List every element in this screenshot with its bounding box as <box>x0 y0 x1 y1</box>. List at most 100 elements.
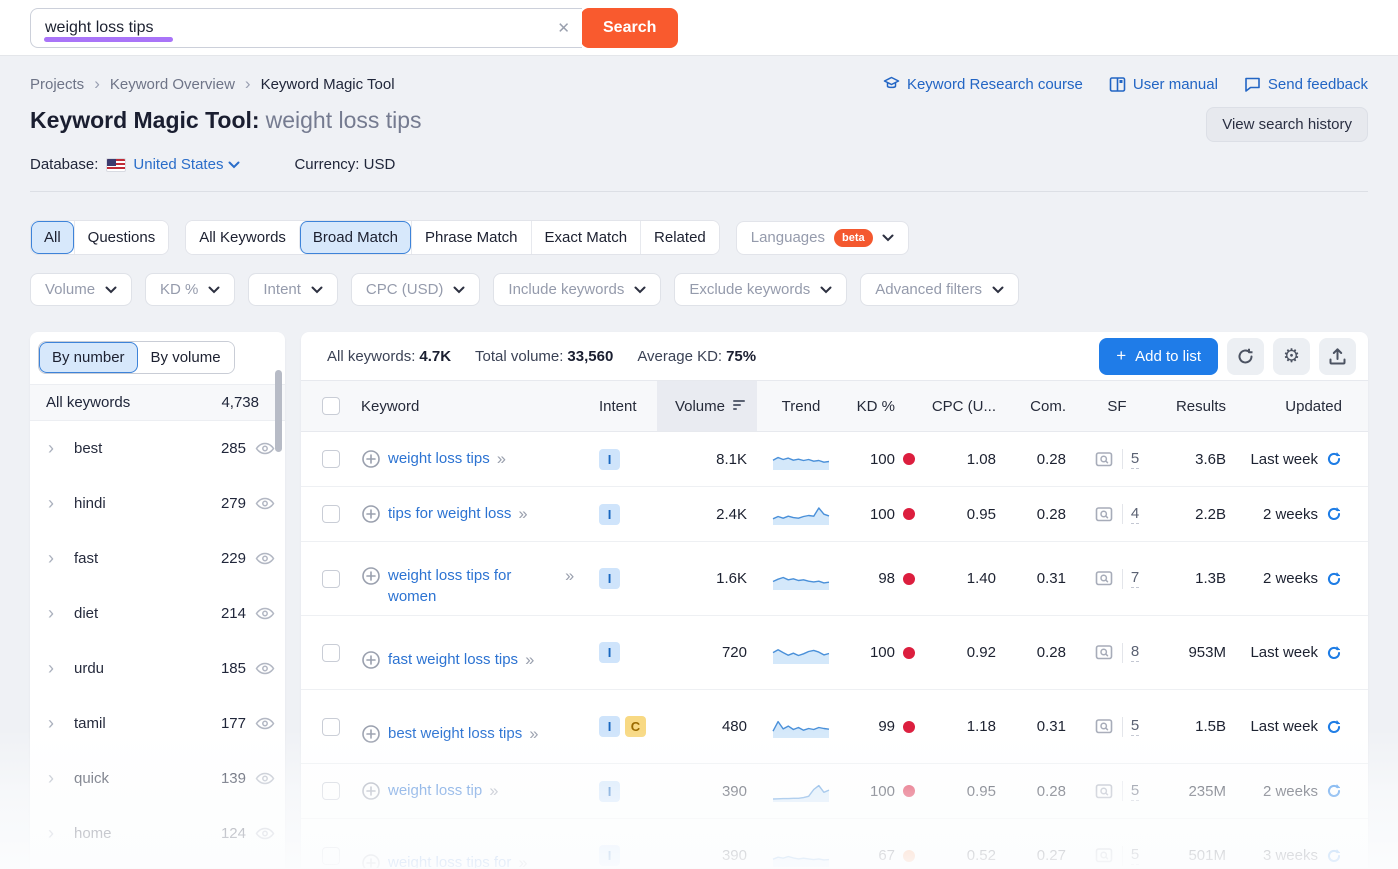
eye-icon[interactable] <box>255 441 275 456</box>
languages-dropdown[interactable]: Languages beta <box>736 221 909 255</box>
clear-search-icon[interactable]: ✕ <box>557 19 570 37</box>
filter-advanced-filters[interactable]: Advanced filters <box>860 273 1019 306</box>
refresh-metrics-icon[interactable] <box>1326 645 1342 661</box>
column-header-intent[interactable]: Intent <box>599 381 657 431</box>
column-header-kd[interactable]: KD % <box>845 381 923 431</box>
serp-icon[interactable] <box>1095 570 1114 587</box>
refresh-metrics-icon[interactable] <box>1326 571 1342 587</box>
eye-icon[interactable] <box>255 826 275 841</box>
sidebar-group-quick[interactable]: › quick 139 <box>30 751 285 806</box>
toggle-by-number[interactable]: By number <box>39 342 138 373</box>
refresh-metrics-icon[interactable] <box>1326 451 1342 467</box>
chevron-right-icon[interactable]: › <box>48 438 68 459</box>
filter-kd[interactable]: KD % <box>145 273 235 306</box>
filter-cpc-usd[interactable]: CPC (USD) <box>351 273 481 306</box>
sf-count[interactable]: 5 <box>1131 717 1139 736</box>
sidebar-group-fast[interactable]: › fast 229 <box>30 531 285 586</box>
select-all-checkbox[interactable] <box>322 397 340 415</box>
sidebar-scrollbar-thumb[interactable] <box>275 370 282 452</box>
add-keyword-icon[interactable] <box>361 449 381 469</box>
tab-phrase-match[interactable]: Phrase Match <box>411 221 531 254</box>
sidebar-group-diet[interactable]: › diet 214 <box>30 586 285 641</box>
view-search-history-button[interactable]: View search history <box>1206 107 1368 142</box>
breadcrumb-keyword-overview[interactable]: Keyword Overview <box>110 76 235 93</box>
chevron-right-icon[interactable]: › <box>48 768 68 789</box>
sidebar-group-urdu[interactable]: › urdu 185 <box>30 641 285 696</box>
all-keywords-row[interactable]: All keywords 4,738 <box>30 384 285 421</box>
sf-count[interactable]: 4 <box>1131 505 1139 524</box>
chevron-right-icon[interactable]: › <box>48 658 68 679</box>
intent-badge-i[interactable]: I <box>599 642 620 663</box>
eye-icon[interactable] <box>255 771 275 786</box>
tab-exact-match[interactable]: Exact Match <box>531 221 641 254</box>
refresh-metrics-icon[interactable] <box>1326 783 1342 799</box>
column-header-volume[interactable]: Volume <box>657 381 757 431</box>
intent-badge-i[interactable]: I <box>599 449 620 470</box>
chevron-right-icon[interactable]: › <box>48 713 68 734</box>
tab-all[interactable]: All <box>31 221 74 254</box>
sf-count[interactable]: 7 <box>1131 569 1139 588</box>
row-checkbox[interactable] <box>322 450 340 468</box>
serp-icon[interactable] <box>1095 644 1114 661</box>
row-checkbox[interactable] <box>322 718 340 736</box>
add-keyword-icon[interactable] <box>361 724 381 744</box>
add-keyword-icon[interactable] <box>361 504 381 524</box>
row-checkbox[interactable] <box>322 505 340 523</box>
eye-icon[interactable] <box>255 661 275 676</box>
keyword-link[interactable]: weight loss tips <box>388 449 490 469</box>
intent-badge-i[interactable]: I <box>599 716 620 737</box>
refresh-metrics-icon[interactable] <box>1326 506 1342 522</box>
refresh-table-button[interactable] <box>1227 338 1264 375</box>
expand-keyword-icon[interactable]: ›› <box>525 650 532 670</box>
expand-keyword-icon[interactable]: ›› <box>518 504 525 524</box>
tab-questions[interactable]: Questions <box>74 221 169 254</box>
database-selector[interactable]: United States <box>133 156 240 173</box>
keyword-link[interactable]: weight loss tips for <box>388 853 511 868</box>
chevron-right-icon[interactable]: › <box>48 548 68 569</box>
filter-volume[interactable]: Volume <box>30 273 132 306</box>
tab-related[interactable]: Related <box>640 221 719 254</box>
expand-keyword-icon[interactable]: ›› <box>497 449 504 469</box>
sf-count[interactable]: 5 <box>1131 782 1139 801</box>
sidebar-group-best[interactable]: › best 285 <box>30 421 285 476</box>
keyword-link[interactable]: best weight loss tips <box>388 724 522 744</box>
refresh-metrics-icon[interactable] <box>1326 848 1342 864</box>
serp-icon[interactable] <box>1095 718 1114 735</box>
row-checkbox[interactable] <box>322 847 340 865</box>
sf-count[interactable]: 5 <box>1131 450 1139 469</box>
column-header-trend[interactable]: Trend <box>757 381 845 431</box>
serp-icon[interactable] <box>1095 783 1114 800</box>
add-keyword-icon[interactable] <box>361 650 381 670</box>
row-checkbox[interactable] <box>322 570 340 588</box>
filter-include-keywords[interactable]: Include keywords <box>493 273 661 306</box>
chevron-right-icon[interactable]: › <box>48 493 68 514</box>
add-keyword-icon[interactable] <box>361 781 381 801</box>
column-header-com[interactable]: Com. <box>1008 381 1078 431</box>
toggle-by-volume[interactable]: By volume <box>138 342 234 373</box>
intent-badge-i[interactable]: I <box>599 845 620 866</box>
row-checkbox[interactable] <box>322 644 340 662</box>
serp-icon[interactable] <box>1095 847 1114 864</box>
column-header-cpc[interactable]: CPC (U... <box>923 381 1008 431</box>
sf-count[interactable]: 8 <box>1131 643 1139 662</box>
keyword-research-course-link[interactable]: Keyword Research course <box>883 76 1083 93</box>
keyword-link[interactable]: tips for weight loss <box>388 504 511 524</box>
add-keyword-icon[interactable] <box>361 566 381 586</box>
keyword-link[interactable]: weight loss tips for women <box>388 566 558 607</box>
refresh-metrics-icon[interactable] <box>1326 719 1342 735</box>
send-feedback-link[interactable]: Send feedback <box>1244 76 1368 93</box>
sf-count[interactable]: 5 <box>1131 846 1139 865</box>
intent-badge-i[interactable]: I <box>599 568 620 589</box>
eye-icon[interactable] <box>255 716 275 731</box>
add-to-list-button[interactable]: +Add to list <box>1099 338 1218 375</box>
intent-badge-i[interactable]: I <box>599 504 620 525</box>
filter-intent[interactable]: Intent <box>248 273 338 306</box>
sidebar-group-tamil[interactable]: › tamil 177 <box>30 696 285 751</box>
table-settings-button[interactable]: ⚙ <box>1273 338 1310 375</box>
sidebar-group-hindi[interactable]: › hindi 279 <box>30 476 285 531</box>
user-manual-link[interactable]: User manual <box>1109 76 1218 93</box>
keyword-link[interactable]: fast weight loss tips <box>388 650 518 670</box>
search-field[interactable]: ✕ <box>30 8 582 48</box>
column-header-updated[interactable]: Updated <box>1236 381 1368 431</box>
intent-badge-c[interactable]: C <box>625 716 646 737</box>
